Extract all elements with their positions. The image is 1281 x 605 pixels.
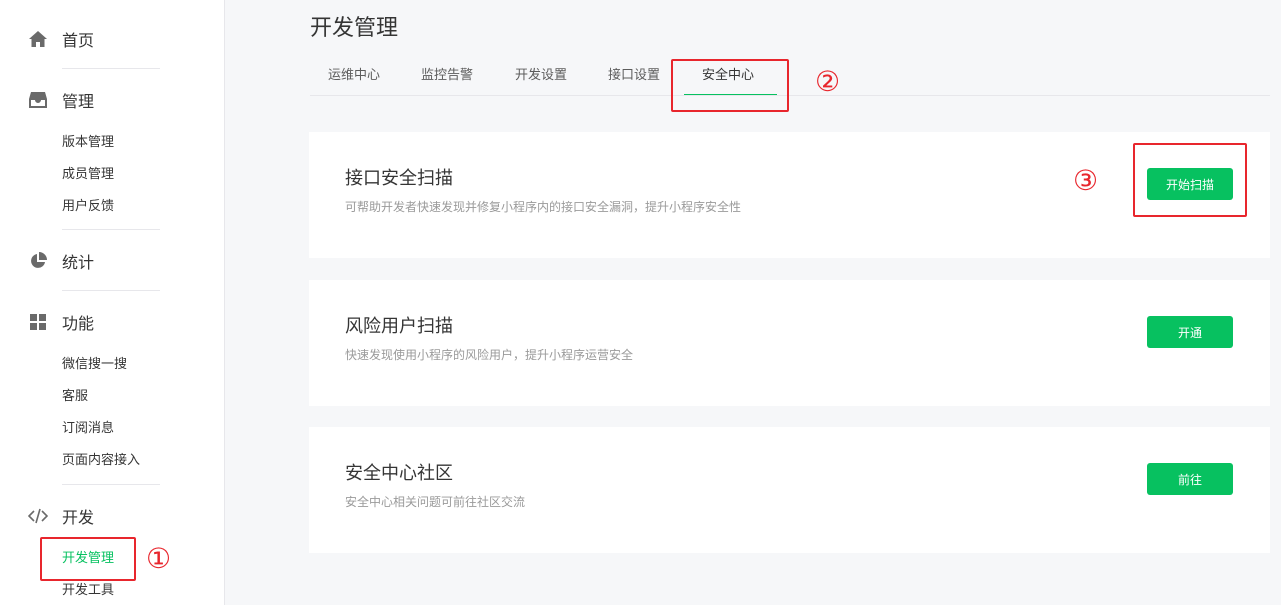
card-title: 接口安全扫描: [345, 168, 453, 189]
sidebar-item-label: 统计: [62, 253, 95, 272]
sidebar-item-label: 开发: [62, 508, 95, 527]
divider: [62, 229, 160, 230]
sidebar-item-label: 管理: [62, 92, 95, 111]
sidebar-item-user-feedback[interactable]: 用户反馈: [62, 197, 114, 217]
sidebar-item-features[interactable]: 功能: [28, 308, 94, 336]
sidebar-item-subscribe-message[interactable]: 订阅消息: [62, 419, 114, 439]
divider: [62, 484, 160, 485]
go-to-community-button[interactable]: 前往: [1147, 463, 1233, 495]
card-security-community: 安全中心社区 安全中心相关问题可前往社区交流 前往: [309, 427, 1270, 553]
card-description: 快速发现使用小程序的风险用户，提升小程序运营安全: [345, 348, 634, 362]
card-risk-user-scan: 风险用户扫描 快速发现使用小程序的风险用户，提升小程序运营安全 开通: [309, 280, 1270, 406]
sidebar-item-version-manage[interactable]: 版本管理: [62, 133, 114, 153]
tab-bar: 运维中心 监控告警 开发设置 接口设置 安全中心: [310, 60, 1270, 96]
tab-ops-center[interactable]: 运维中心: [328, 66, 380, 86]
sidebar-item-develop[interactable]: 开发: [28, 502, 94, 530]
card-description: 安全中心相关问题可前往社区交流: [345, 495, 526, 509]
divider: [62, 68, 160, 69]
sidebar-item-dev-tools[interactable]: 开发工具: [62, 581, 114, 601]
card-title: 安全中心社区: [345, 463, 453, 484]
inbox-icon: [28, 90, 48, 110]
sidebar-item-page-content[interactable]: 页面内容接入: [62, 451, 140, 471]
annotation-box-3: [1133, 143, 1247, 217]
grid-icon: [28, 312, 48, 332]
sidebar: 首页 管理 版本管理 成员管理 用户反馈 统计 功能 微信搜一搜 客服 订阅消息…: [0, 0, 225, 605]
sidebar-item-customer-service[interactable]: 客服: [62, 387, 88, 407]
annotation-box-2: [671, 59, 789, 112]
sidebar-item-label: 功能: [62, 314, 95, 333]
sidebar-item-wechat-search[interactable]: 微信搜一搜: [62, 355, 127, 375]
divider: [62, 290, 160, 291]
main-content: 开发管理 运维中心 监控告警 开发设置 接口设置 安全中心 ② 接口安全扫描 可…: [225, 0, 1281, 605]
sidebar-item-home[interactable]: 首页: [28, 25, 94, 53]
annotation-number-2: ②: [815, 65, 841, 98]
tab-dev-settings[interactable]: 开发设置: [515, 66, 567, 86]
sidebar-item-stats[interactable]: 统计: [28, 247, 94, 275]
pie-chart-icon: [28, 251, 48, 271]
card-api-security-scan: 接口安全扫描 可帮助开发者快速发现并修复小程序内的接口安全漏洞，提升小程序安全性…: [309, 132, 1270, 258]
sidebar-item-label: 首页: [62, 31, 95, 50]
annotation-box-1: [40, 537, 136, 581]
code-icon: [28, 506, 48, 526]
sidebar-item-member-manage[interactable]: 成员管理: [62, 165, 114, 185]
annotation-number-1: ①: [146, 542, 172, 575]
sidebar-item-manage[interactable]: 管理: [28, 86, 94, 114]
tab-monitoring[interactable]: 监控告警: [421, 66, 473, 86]
page-title: 开发管理: [310, 16, 399, 41]
card-title: 风险用户扫描: [345, 316, 453, 337]
tab-api-settings[interactable]: 接口设置: [608, 66, 660, 86]
home-icon: [28, 29, 48, 49]
activate-button[interactable]: 开通: [1147, 316, 1233, 348]
annotation-number-3: ③: [1073, 164, 1099, 197]
card-description: 可帮助开发者快速发现并修复小程序内的接口安全漏洞，提升小程序安全性: [345, 200, 742, 214]
